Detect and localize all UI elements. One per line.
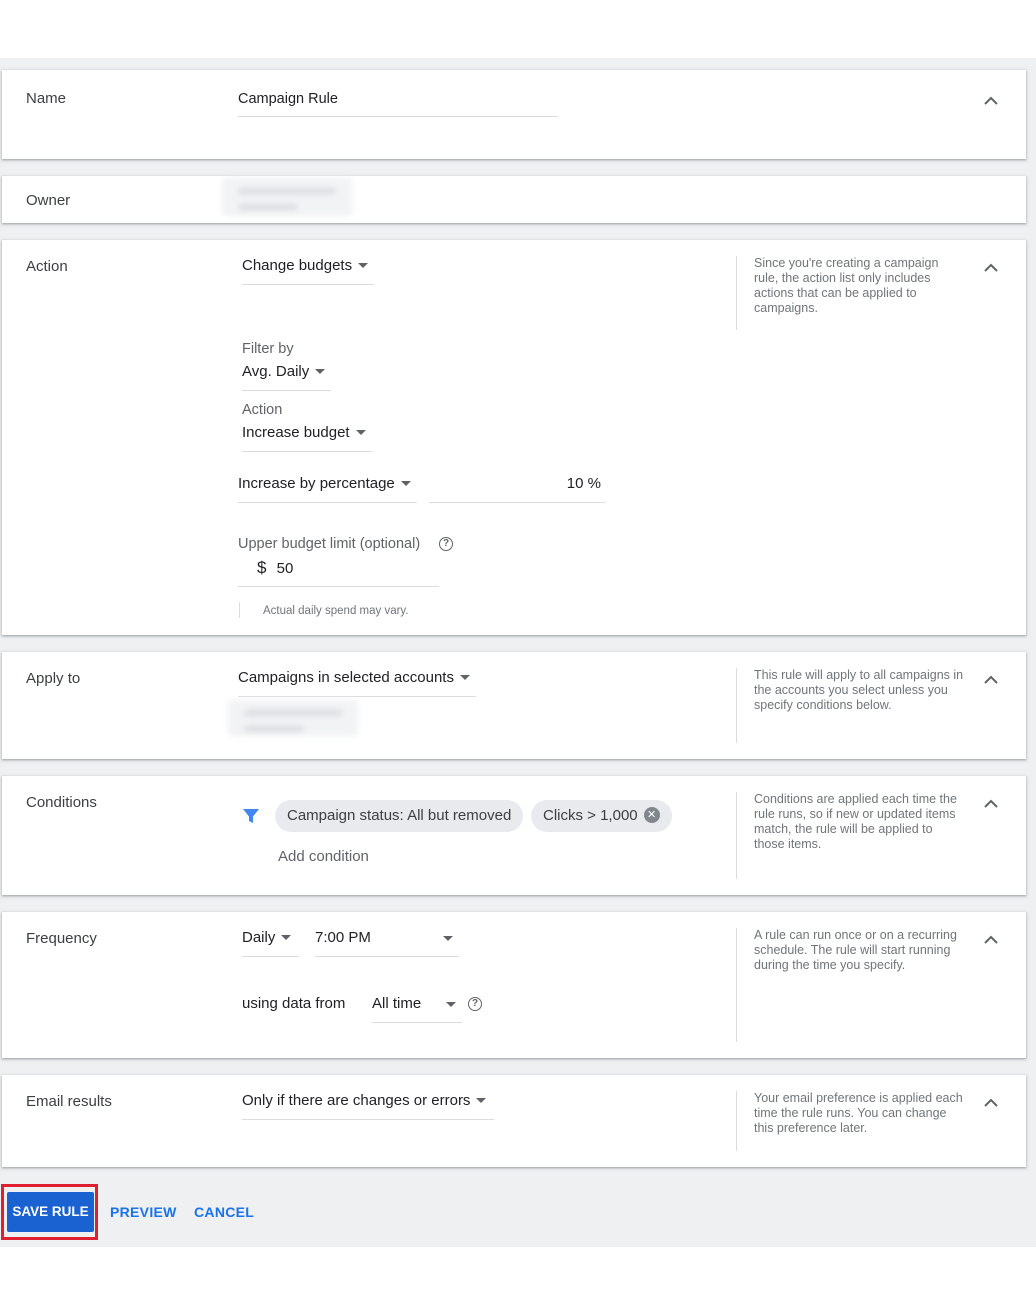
preview-button[interactable]: PREVIEW [110, 1204, 177, 1220]
dropdown-arrow-icon [315, 368, 326, 374]
email-results-label: Email results [26, 1093, 112, 1110]
dropdown-arrow-icon [400, 480, 411, 486]
currency-symbol: $ [257, 558, 267, 577]
apply-to-value: Campaigns in selected accounts [238, 669, 454, 686]
apply-to-card: Apply to Campaigns in selected accounts … [2, 652, 1026, 759]
filter-icon[interactable] [242, 807, 260, 825]
frequency-card: Frequency Daily 7:00 PM using data from … [2, 912, 1026, 1058]
owner-value-redacted [222, 178, 352, 216]
frequency-time-value: 7:00 PM [315, 929, 371, 946]
name-label: Name [26, 90, 67, 107]
frequency-period-value: Daily [242, 929, 276, 946]
email-results-dropdown[interactable]: Only if there are changes or errors [242, 1092, 495, 1120]
spend-note: Actual daily spend may vary. [263, 605, 409, 617]
chevron-up-icon[interactable] [984, 799, 998, 808]
dropdown-arrow-icon [358, 262, 369, 268]
conditions-label: Conditions [26, 794, 97, 811]
action-sub-label: Action [242, 402, 283, 418]
dropdown-arrow-icon [443, 936, 453, 941]
action-value: Increase budget [242, 424, 350, 441]
filter-by-label: Filter by [242, 341, 294, 357]
action-value-dropdown[interactable]: Increase budget [242, 424, 372, 452]
chevron-up-icon[interactable] [984, 96, 998, 105]
email-results-card: Email results Only if there are changes … [2, 1075, 1026, 1167]
condition-chip-clicks-label: Clicks > 1,000 [543, 807, 638, 824]
upper-limit-input[interactable]: $ 50 [238, 558, 439, 587]
data-range-dropdown[interactable]: All time [372, 995, 462, 1023]
frequency-period-dropdown[interactable]: Daily [242, 929, 299, 957]
email-help-text: Your email preference is applied each ti… [736, 1091, 966, 1151]
owner-label: Owner [26, 192, 71, 209]
owner-card: Owner [2, 176, 1026, 223]
dropdown-arrow-icon [355, 429, 366, 435]
help-circle-icon[interactable]: ? [439, 537, 453, 551]
using-data-label: using data from [242, 995, 346, 1012]
action-type-value: Change budgets [242, 257, 353, 274]
percentage-input[interactable]: 10 % [429, 475, 605, 503]
accounts-redacted [228, 700, 358, 736]
chevron-up-icon[interactable] [984, 263, 998, 272]
chevron-up-icon[interactable] [984, 1098, 998, 1107]
upper-limit-value: 50 [276, 560, 294, 577]
dropdown-arrow-icon [281, 934, 292, 940]
action-label: Action [26, 258, 68, 275]
dropdown-arrow-icon [459, 674, 470, 680]
filter-by-dropdown[interactable]: Avg. Daily [242, 363, 332, 391]
conditions-card: Conditions Campaign status: All but remo… [2, 776, 1026, 895]
chevron-up-icon[interactable] [984, 675, 998, 684]
action-type-dropdown[interactable]: Change budgets [242, 257, 375, 285]
chevron-up-icon[interactable] [984, 935, 998, 944]
cancel-button[interactable]: CANCEL [194, 1204, 254, 1220]
increase-mode-value: Increase by percentage [238, 475, 395, 492]
increase-mode-dropdown[interactable]: Increase by percentage [238, 475, 417, 503]
data-range-value: All time [372, 995, 422, 1012]
condition-chip-status[interactable]: Campaign status: All but removed [275, 800, 524, 832]
apply-to-dropdown[interactable]: Campaigns in selected accounts [238, 669, 476, 697]
save-rule-button[interactable]: SAVE RULE [7, 1192, 94, 1232]
frequency-help-text: A rule can run once or on a recurring sc… [736, 928, 966, 1042]
dropdown-arrow-icon [446, 1002, 456, 1007]
name-card: Name Campaign Rule [2, 70, 1026, 159]
note-divider [239, 602, 240, 618]
email-results-value: Only if there are changes or errors [242, 1092, 471, 1109]
apply-to-label: Apply to [26, 670, 81, 687]
help-circle-icon[interactable]: ? [468, 997, 482, 1011]
add-condition-link[interactable]: Add condition [278, 848, 369, 865]
action-help-text: Since you're creating a campaign rule, t… [736, 256, 966, 330]
frequency-label: Frequency [26, 930, 97, 947]
name-input[interactable]: Campaign Rule [238, 91, 558, 117]
conditions-help-text: Conditions are applied each time the rul… [736, 792, 966, 879]
dropdown-arrow-icon [476, 1097, 487, 1103]
filter-by-value: Avg. Daily [242, 363, 310, 380]
apply-to-help-text: This rule will apply to all campaigns in… [736, 668, 966, 743]
action-card: Action Change budgets Filter by Avg. Dai… [2, 240, 1026, 635]
frequency-time-dropdown[interactable]: 7:00 PM [315, 929, 459, 957]
condition-chip-clicks[interactable]: Clicks > 1,000 ✕ [531, 800, 672, 832]
upper-limit-label: Upper budget limit (optional) [238, 536, 421, 552]
chip-remove-icon[interactable]: ✕ [643, 807, 660, 824]
